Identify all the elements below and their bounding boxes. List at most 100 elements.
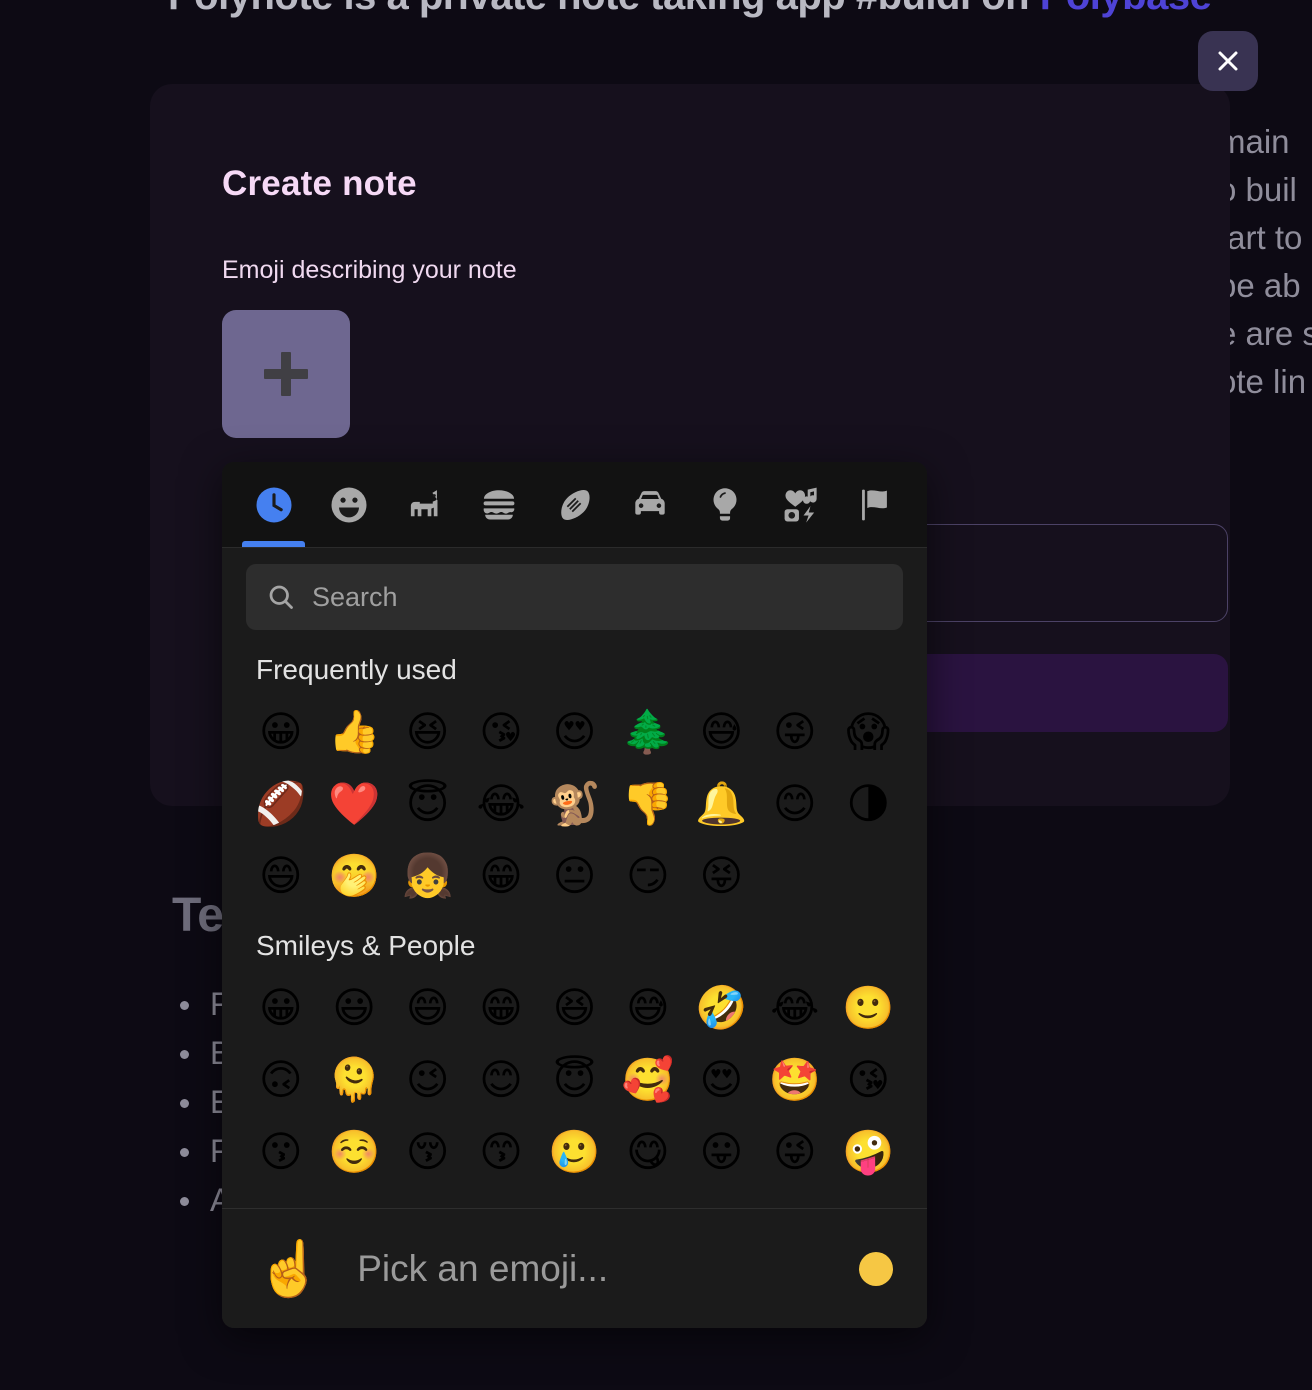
- emoji-cell[interactable]: 🥲: [538, 1116, 611, 1188]
- car-icon: [635, 490, 665, 515]
- page-paragraph: main o buil tart to be ab e are s ote li…: [1218, 118, 1312, 406]
- emoji-grid-smileys-people: 😀 😃 😄 😁 😆 😅 🤣 😂 🙂 🙃 🫠 😉 😊 😇 🥰 😍 🤩 😘 😗 ☺️ 😚 😙 🥲 😋 😛 😜 🤪: [244, 972, 905, 1188]
- emoji-cell[interactable]: 😆: [391, 696, 464, 768]
- emoji-category-tabs: [222, 462, 927, 548]
- emoji-cell[interactable]: 🤪: [832, 1116, 905, 1188]
- tab-smileys[interactable]: [311, 462, 386, 547]
- page-headline-text: Polynote is a private note taking app #b…: [168, 0, 1040, 18]
- emoji-cell[interactable]: 🏈: [244, 768, 317, 840]
- emoji-cell[interactable]: 😂: [464, 768, 537, 840]
- emoji-cell[interactable]: 😏: [611, 840, 684, 912]
- emoji-cell[interactable]: 👍: [317, 696, 390, 768]
- emoji-cell[interactable]: 😄: [244, 840, 317, 912]
- emoji-cell[interactable]: 😃: [317, 972, 390, 1044]
- paragraph-line: tart to: [1218, 219, 1303, 256]
- paragraph-line: o buil: [1218, 171, 1297, 208]
- emoji-cell[interactable]: 😀: [244, 972, 317, 1044]
- emoji-cell[interactable]: 🐒: [538, 768, 611, 840]
- paragraph-line: e are s: [1218, 315, 1312, 352]
- tab-symbols[interactable]: [763, 462, 838, 547]
- emoji-cell[interactable]: 🙃: [244, 1044, 317, 1116]
- emoji-cell[interactable]: 😜: [758, 696, 831, 768]
- emoji-cell[interactable]: 🥰: [611, 1044, 684, 1116]
- symbols-icon: [784, 487, 817, 523]
- burger-icon: [483, 489, 515, 520]
- flag-icon: [862, 489, 888, 520]
- football-icon: [561, 489, 591, 520]
- emoji-cell[interactable]: 🫠: [317, 1044, 390, 1116]
- emoji-cell[interactable]: 😗: [244, 1116, 317, 1188]
- emoji-cell[interactable]: 😜: [758, 1116, 831, 1188]
- emoji-cell[interactable]: 😱: [832, 696, 905, 768]
- emoji-cell[interactable]: 😙: [464, 1116, 537, 1188]
- emoji-group-title-frequently-used: Frequently used: [256, 654, 457, 685]
- page-headline: Polynote is a private note taking app #b…: [168, 0, 1212, 19]
- tab-objects[interactable]: [687, 462, 762, 547]
- emoji-cell[interactable]: 😂: [758, 972, 831, 1044]
- emoji-picker: Frequently used 😀👍😆😘😍🌲😅😜😱🏈❤️😇😂🐒👎🔔😊🌗😄🤭👧😁😐…: [222, 462, 927, 1328]
- tab-activities[interactable]: [537, 462, 612, 547]
- emoji-preview-bar: ☝️ Pick an emoji...: [222, 1208, 927, 1328]
- emoji-field-label: Emoji describing your note: [222, 256, 517, 284]
- emoji-cell[interactable]: 😛: [685, 1116, 758, 1188]
- emoji-cell[interactable]: 😅: [611, 972, 684, 1044]
- page-title: Create note: [222, 164, 417, 203]
- emoji-cell[interactable]: 🤭: [317, 840, 390, 912]
- emoji-cell[interactable]: 😚: [391, 1116, 464, 1188]
- close-icon: [1218, 51, 1238, 71]
- search-icon: [269, 585, 293, 609]
- emoji-cell[interactable]: 😆: [538, 972, 611, 1044]
- emoji-cell[interactable]: 😁: [464, 840, 537, 912]
- preview-emoji: ☝️: [256, 1236, 324, 1300]
- emoji-list-scroll-area[interactable]: Frequently used 😀 👍 😆 😘 😍 🌲 😅 😜 😱 🏈 ❤️ 😇 😂 🐒 👎 🔔 😊 🌗 😄 🤭 👧 😁 😐…: [222, 636, 927, 1208]
- emoji-cell[interactable]: 😘: [464, 696, 537, 768]
- emoji-grid-frequently-used: 😀 👍 😆 😘 😍 🌲 😅 😜 😱 🏈 ❤️ 😇 😂 🐒 👎 🔔 😊 🌗 😄 🤭 👧 😁 😐 😏 😝: [244, 696, 905, 912]
- emoji-cell[interactable]: 😇: [391, 768, 464, 840]
- emoji-cell[interactable]: 👎: [611, 768, 684, 840]
- paragraph-line: main: [1218, 123, 1290, 160]
- tab-recent[interactable]: [236, 462, 311, 547]
- skin-tone-selector-button[interactable]: [859, 1251, 893, 1286]
- emoji-cell[interactable]: 😀: [244, 696, 317, 768]
- lightbulb-icon: [713, 487, 737, 521]
- emoji-search-box[interactable]: [246, 564, 903, 630]
- tab-travel[interactable]: [612, 462, 687, 547]
- clock-icon: [256, 487, 292, 522]
- close-button[interactable]: [1198, 31, 1258, 91]
- tab-animals[interactable]: [386, 462, 461, 547]
- dog-icon: [410, 489, 438, 516]
- emoji-cell[interactable]: 🌲: [611, 696, 684, 768]
- emoji-cell[interactable]: 😊: [464, 1044, 537, 1116]
- emoji-cell[interactable]: 😊: [758, 768, 831, 840]
- emoji-cell[interactable]: 😘: [832, 1044, 905, 1116]
- emoji-cell[interactable]: 🙂: [832, 972, 905, 1044]
- emoji-cell[interactable]: 🔔: [685, 768, 758, 840]
- emoji-search-area: [222, 548, 927, 636]
- emoji-cell[interactable]: ❤️: [317, 768, 390, 840]
- emoji-cell[interactable]: 🌗: [832, 768, 905, 840]
- tab-food[interactable]: [462, 462, 537, 547]
- emoji-cell[interactable]: 😐: [538, 840, 611, 912]
- emoji-cell[interactable]: ☺️: [317, 1116, 390, 1188]
- emoji-cell[interactable]: 😁: [464, 972, 537, 1044]
- emoji-picker-trigger-button[interactable]: [222, 310, 350, 438]
- emoji-cell[interactable]: 😉: [391, 1044, 464, 1116]
- emoji-cell[interactable]: 😍: [538, 696, 611, 768]
- emoji-cell[interactable]: 😄: [391, 972, 464, 1044]
- emoji-group-title-smileys-people: Smileys & People: [256, 930, 476, 961]
- smiley-icon: [331, 487, 367, 522]
- emoji-cell[interactable]: 😋: [611, 1116, 684, 1188]
- paragraph-line: ote lin: [1218, 363, 1307, 400]
- emoji-cell[interactable]: 😇: [538, 1044, 611, 1116]
- page-headline-brand: Polybase: [1040, 0, 1212, 18]
- search-input[interactable]: [296, 581, 903, 613]
- emoji-cell[interactable]: 🤩: [758, 1044, 831, 1116]
- plus-icon: [264, 352, 308, 396]
- emoji-cell[interactable]: 👧: [391, 840, 464, 912]
- emoji-cell[interactable]: 🤣: [685, 972, 758, 1044]
- emoji-cell[interactable]: 😍: [685, 1044, 758, 1116]
- tab-flags[interactable]: [838, 462, 913, 547]
- preview-label: Pick an emoji...: [357, 1247, 609, 1289]
- emoji-cell[interactable]: 😅: [685, 696, 758, 768]
- emoji-cell[interactable]: 😝: [685, 840, 758, 912]
